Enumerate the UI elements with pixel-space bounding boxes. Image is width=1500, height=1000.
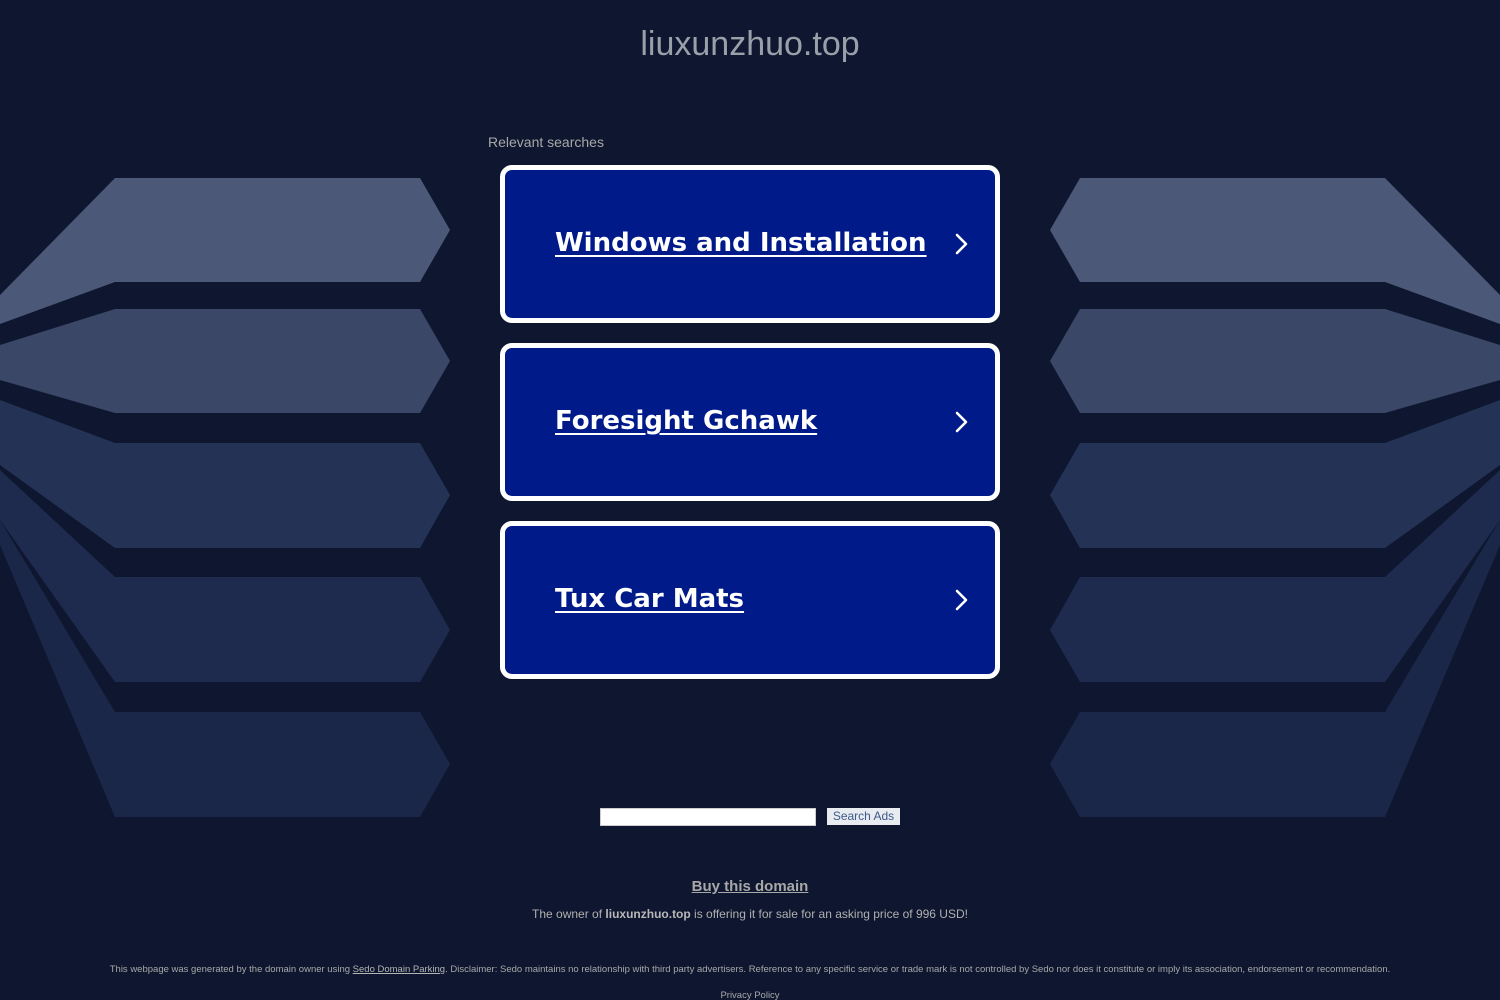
disclaimer: This webpage was generated by the domain… xyxy=(0,963,1500,976)
relevant-searches-label: Relevant searches xyxy=(488,134,604,150)
sale-text-prefix: The owner of xyxy=(532,907,606,921)
privacy-policy-link[interactable]: Privacy Policy xyxy=(0,989,1500,1000)
search-result-card-2[interactable]: Foresight Gchawk xyxy=(500,343,1000,501)
decor-band-left-1 xyxy=(0,178,450,324)
sale-domain-name: liuxunzhuo.top xyxy=(605,907,691,921)
search-result-card-1[interactable]: Windows and Installation xyxy=(500,165,1000,323)
search-ads-button[interactable]: Search Ads xyxy=(827,808,900,825)
buy-domain-link[interactable]: Buy this domain xyxy=(0,878,1500,896)
search-result-title[interactable]: Foresight Gchawk xyxy=(555,404,817,438)
chevron-right-icon xyxy=(955,589,968,611)
decor-band-right-2 xyxy=(1050,309,1500,413)
search-result-card-3[interactable]: Tux Car Mats xyxy=(500,521,1000,679)
sale-description: The owner of liuxunzhuo.top is offering … xyxy=(0,906,1500,922)
sedo-parking-link[interactable]: Sedo Domain Parking xyxy=(353,964,445,975)
domain-title: liuxunzhuo.top xyxy=(640,25,860,63)
chevron-right-icon xyxy=(955,411,968,433)
decor-band-right-3 xyxy=(1050,400,1500,548)
disclaimer-suffix: . Disclaimer: Sedo maintains no relation… xyxy=(445,964,1391,975)
search-result-title[interactable]: Tux Car Mats xyxy=(555,582,744,616)
search-input[interactable] xyxy=(600,808,816,826)
search-result-title[interactable]: Windows and Installation xyxy=(555,226,927,260)
decor-band-left-2 xyxy=(0,309,450,413)
sale-text-suffix: is offering it for sale for an asking pr… xyxy=(690,907,968,921)
disclaimer-prefix: This webpage was generated by the domain… xyxy=(109,964,353,975)
chevron-right-icon xyxy=(955,233,968,255)
search-ads-form: Search Ads xyxy=(600,807,900,826)
decor-band-left-3 xyxy=(0,400,450,548)
parked-domain-page: liuxunzhuo.top Relevant searches Windows… xyxy=(0,0,1500,1000)
decor-band-right-1 xyxy=(1050,178,1500,324)
